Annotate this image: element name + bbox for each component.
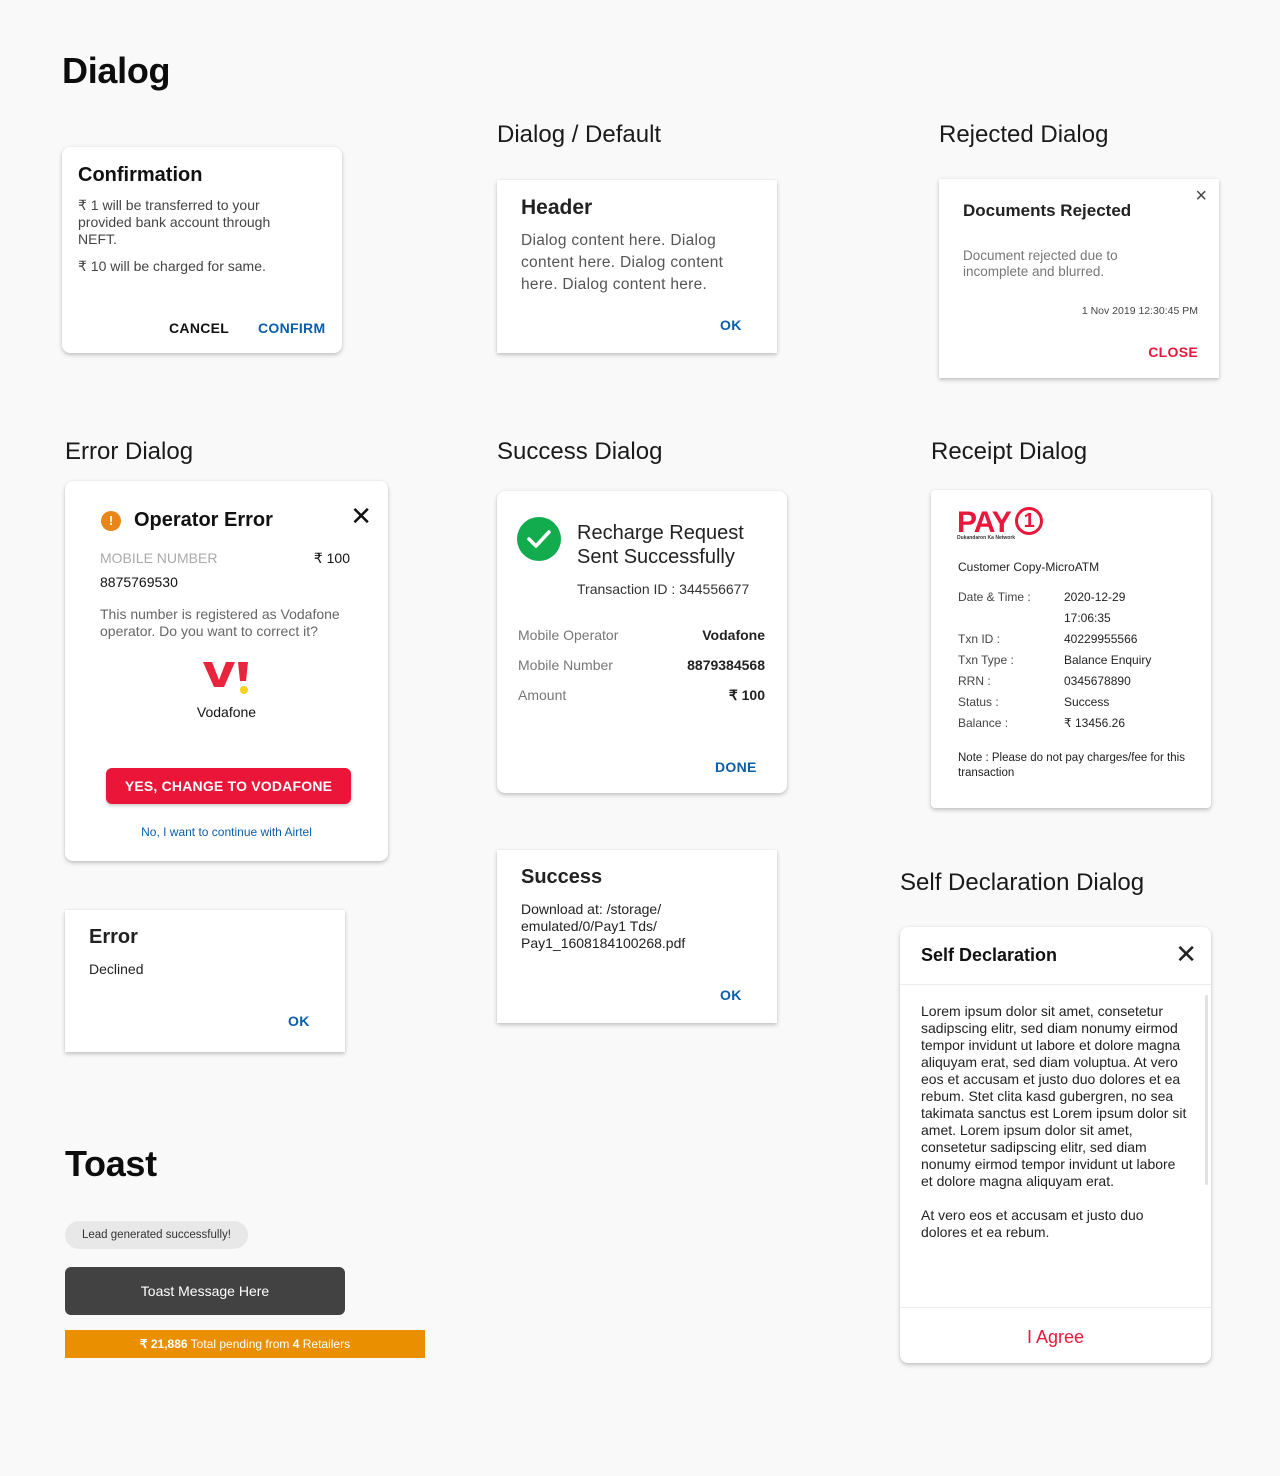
dialog-title: Confirmation xyxy=(78,164,203,186)
section-title-self-declaration: Self Declaration Dialog xyxy=(900,869,1145,896)
download-success-dialog: Success Download at: /storage/ emulated/… xyxy=(497,850,777,1023)
detail-label: Amount xyxy=(518,687,567,703)
dialog-message: Download at: /storage/ emulated/0/Pay1 T… xyxy=(521,901,686,951)
mobile-number-label: MOBILE NUMBER xyxy=(100,550,218,566)
receipt-value: 40229955566 xyxy=(1064,632,1138,646)
mobile-number: 8875769530 xyxy=(100,574,178,590)
cancel-button[interactable]: CANCEL xyxy=(169,320,229,336)
receipt-label: Txn ID : xyxy=(958,632,1001,646)
detail-row: Mobile Operator Vodafone xyxy=(518,627,765,643)
scrollbar[interactable] xyxy=(1205,995,1208,1185)
continue-airtel-link[interactable]: No, I want to continue with Airtel xyxy=(65,825,388,839)
transaction-id: Transaction ID : 344556677 xyxy=(577,581,750,597)
close-icon[interactable]: ✕ xyxy=(1175,939,1197,970)
section-title-default: Dialog / Default xyxy=(497,121,662,148)
ok-button[interactable]: OK xyxy=(720,987,742,1003)
page-title: Dialog xyxy=(62,50,171,91)
error-dialog: Error Declined OK xyxy=(65,910,345,1052)
toast-dark: Toast Message Here xyxy=(65,1267,345,1315)
change-operator-button[interactable]: YES, CHANGE TO VODAFONE xyxy=(106,768,351,804)
receipt-dialog: PAY 1 Dukandaron Ka Network Customer Cop… xyxy=(931,490,1211,808)
section-title-receipt: Receipt Dialog xyxy=(931,438,1088,465)
receipt-note: Note : Please do not pay charges/fee for… xyxy=(958,752,1185,779)
pending-amount: ₹ 21,886 xyxy=(139,1337,188,1351)
warning-icon: ! xyxy=(101,511,121,531)
dialog-message: ₹ 1 will be transferred to your provided… xyxy=(78,197,271,247)
self-declaration-dialog: Self Declaration ✕ Lorem ipsum dolor sit… xyxy=(900,927,1211,1363)
dialog-charge-note: ₹ 10 will be charged for same. xyxy=(78,258,266,274)
confirmation-dialog: Confirmation ₹ 1 will be transferred to … xyxy=(62,147,342,353)
receipt-label: Date & Time : xyxy=(958,590,1031,604)
footer-divider xyxy=(900,1307,1211,1308)
dialog-message: This number is registered as Vodafone op… xyxy=(100,606,340,639)
detail-label: Mobile Operator xyxy=(518,627,619,643)
detail-value: Vodafone xyxy=(702,627,765,643)
receipt-value: ₹ 13456.26 xyxy=(1064,716,1126,730)
detail-value: ₹ 100 xyxy=(728,687,765,703)
close-icon[interactable]: × xyxy=(1195,185,1207,208)
rejected-dialog: × Documents Rejected Document rejected d… xyxy=(939,179,1219,378)
dialog-content: Dialog content here. Dialog content here… xyxy=(521,232,724,293)
declaration-paragraph: Lorem ipsum dolor sit amet, consetetur s… xyxy=(921,1003,1187,1189)
confirm-button[interactable]: CONFIRM xyxy=(258,320,325,336)
pending-banner[interactable]: ₹ 21,886 Total pending from 4 Retailers xyxy=(65,1330,425,1358)
receipt-value: Balance Enquiry xyxy=(1064,653,1152,667)
default-dialog: Header Dialog content here. Dialog conte… xyxy=(497,180,777,353)
receipt-value: Success xyxy=(1064,695,1110,709)
ok-button[interactable]: OK xyxy=(288,1013,310,1029)
vodafone-logo-icon xyxy=(203,662,248,694)
receipt-label: Balance : xyxy=(958,716,1009,730)
receipt-label: Txn Type : xyxy=(958,653,1014,667)
dialog-title: Operator Error xyxy=(134,509,273,531)
check-circle-icon xyxy=(517,517,561,561)
detail-label: Mobile Number xyxy=(518,657,613,673)
banner-text: Retailers xyxy=(299,1337,351,1351)
receipt-subtitle: Customer Copy-MicroATM xyxy=(958,560,1100,574)
amount: ₹ 100 xyxy=(313,550,350,566)
dialog-title: Documents Rejected xyxy=(963,201,1132,220)
receipt-value: 17:06:35 xyxy=(1064,611,1111,625)
timestamp: 1 Nov 2019 12:30:45 PM xyxy=(1081,305,1198,317)
detail-row: Amount ₹ 100 xyxy=(518,687,765,703)
operator-name: Vodafone xyxy=(196,704,257,720)
done-button[interactable]: DONE xyxy=(715,759,757,775)
dialog-message: Document rejected due to incomplete and … xyxy=(963,248,1118,279)
operator-error-dialog: ! Operator Error ✕ MOBILE NUMBER ₹ 100 8… xyxy=(65,481,388,861)
logo-tagline: Dukandaron Ka Network xyxy=(957,535,1016,541)
pay1-logo: PAY 1 Dukandaron Ka Network xyxy=(957,506,1044,541)
section-title-error: Error Dialog xyxy=(65,438,194,465)
dialog-title: Self Declaration xyxy=(921,945,1058,965)
declaration-text: Lorem ipsum dolor sit amet, consetetur s… xyxy=(921,1003,1191,1241)
close-button[interactable]: CLOSE xyxy=(1148,344,1198,360)
pay1-one-icon: 1 xyxy=(1015,507,1044,535)
ok-button[interactable]: OK xyxy=(720,317,742,333)
dialog-title: Error xyxy=(89,926,138,948)
declaration-paragraph: At vero eos et accusam et justo duo dolo… xyxy=(921,1207,1144,1240)
section-title-success: Success Dialog xyxy=(497,438,663,465)
toast-title: Toast xyxy=(65,1143,157,1184)
dialog-title: Header xyxy=(521,196,593,219)
recharge-success-dialog: Recharge Request Sent Successfully Trans… xyxy=(497,491,787,793)
receipt-value: 0345678890 xyxy=(1064,674,1131,688)
toast-light: Lead generated successfully! xyxy=(65,1221,248,1249)
dialog-message: Declined xyxy=(89,961,144,977)
banner-text: Total pending from xyxy=(187,1337,293,1351)
detail-value: 8879384568 xyxy=(687,657,765,673)
dialog-title: Success xyxy=(521,866,603,888)
detail-row: Mobile Number 8879384568 xyxy=(518,657,765,673)
header-divider xyxy=(900,984,1211,985)
section-title-rejected: Rejected Dialog xyxy=(939,121,1109,148)
agree-button[interactable]: I Agree xyxy=(900,1327,1211,1348)
receipt-label: RRN : xyxy=(958,674,991,688)
receipt-label: Status : xyxy=(958,695,999,709)
dialog-title: Recharge Request Sent Successfully xyxy=(577,522,744,568)
receipt-value: 2020-12-29 xyxy=(1064,590,1126,604)
close-icon[interactable]: ✕ xyxy=(350,501,372,532)
